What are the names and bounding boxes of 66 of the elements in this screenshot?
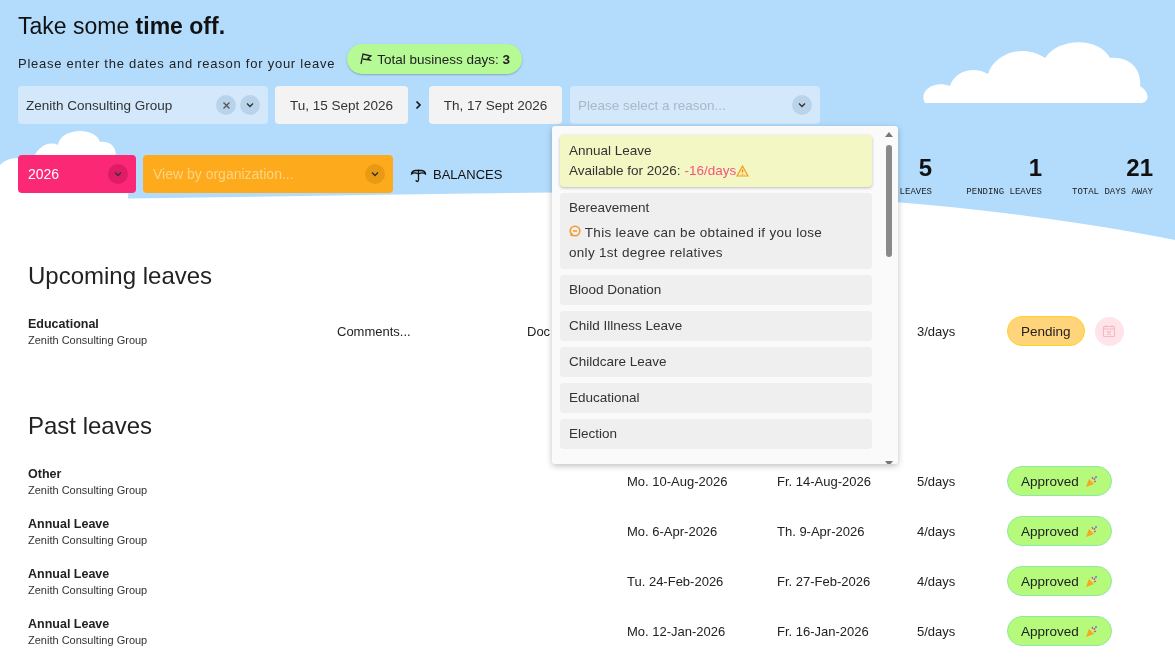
end-date: Th. 9-Apr-2026 xyxy=(777,523,865,539)
stat-label: LEAVES xyxy=(899,187,932,197)
days-count: 5/days xyxy=(917,473,956,489)
end-date: Fr. 27-Feb-2026 xyxy=(777,573,871,589)
stat-value: 21 xyxy=(1126,155,1153,181)
calendar-x-icon xyxy=(1102,324,1117,338)
clear-icon[interactable] xyxy=(216,95,236,115)
reason-option[interactable]: Annual Leave Available for 2026: -16/days xyxy=(560,135,872,187)
comments-text: Comments... xyxy=(337,323,411,339)
start-date: Mo. 10-Aug-2026 xyxy=(627,473,728,489)
start-date: Mo. 12-Jan-2026 xyxy=(627,623,726,639)
chevron-down-icon[interactable] xyxy=(240,95,260,115)
reason-option[interactable]: Election xyxy=(560,419,872,449)
leave-type: Annual Leave xyxy=(28,516,111,531)
reason-option[interactable]: Child Illness Leave xyxy=(560,311,872,341)
stat-value: 1 xyxy=(1028,155,1042,181)
status-badge: Approved xyxy=(1007,616,1112,646)
business-days-badge: Total business days: 3 xyxy=(347,44,522,74)
stat-value: 5 xyxy=(918,155,932,181)
days-count: 5/days xyxy=(917,623,956,639)
party-popper-icon xyxy=(1084,574,1098,588)
organization-select[interactable]: Zenith Consulting Group xyxy=(18,86,268,124)
page-title: Take some time off. xyxy=(18,12,226,40)
balances-button[interactable]: BALANCES xyxy=(408,161,505,187)
days-count: 3/days xyxy=(917,323,956,339)
start-date: Mo. 6-Apr-2026 xyxy=(627,523,718,539)
status-badge: Approved xyxy=(1007,516,1112,546)
organization-name: Zenith Consulting Group xyxy=(28,633,149,646)
chevron-right-icon xyxy=(415,100,422,110)
leave-type: Other xyxy=(28,466,63,481)
organization-name: Zenith Consulting Group xyxy=(28,583,149,596)
reason-option[interactable]: Childcare Leave xyxy=(560,347,872,377)
flag-icon xyxy=(359,53,373,65)
chat-bubble-icon xyxy=(569,225,581,237)
status-badge: Approved xyxy=(1007,466,1112,496)
party-popper-icon xyxy=(1084,474,1098,488)
organization-name: Zenith Consulting Group xyxy=(28,483,149,496)
reason-option[interactable]: Educational xyxy=(560,383,872,413)
status-badge: Approved xyxy=(1007,566,1112,596)
chevron-down-icon[interactable] xyxy=(365,164,385,184)
end-date: Fr. 14-Aug-2026 xyxy=(777,473,871,489)
leave-type: Educational xyxy=(28,316,100,331)
start-date-field[interactable]: Tu, 15 Sept 2026 xyxy=(275,86,408,124)
organization-name: Zenith Consulting Group xyxy=(28,533,149,546)
organization-name: Zenith Consulting Group xyxy=(28,333,149,346)
end-date-field[interactable]: Th, 17 Sept 2026 xyxy=(429,86,562,124)
stat-label: TOTAL DAYS AWAY xyxy=(1072,187,1153,197)
year-select[interactable]: 2026 xyxy=(18,155,136,193)
days-count: 4/days xyxy=(917,573,956,589)
reason-option[interactable]: Blood Donation xyxy=(560,275,872,305)
section-title: Upcoming leaves xyxy=(28,262,213,291)
end-date: Fr. 16-Jan-2026 xyxy=(777,623,869,639)
section-title: Past leaves xyxy=(28,412,153,441)
status-badge: Pending xyxy=(1007,316,1085,346)
party-popper-icon xyxy=(1084,524,1098,538)
leave-type: Annual Leave xyxy=(28,616,111,631)
chevron-down-icon[interactable] xyxy=(108,164,128,184)
start-date: Tu. 24-Feb-2026 xyxy=(627,573,724,589)
document-text: Doc xyxy=(527,323,551,339)
chevron-down-icon[interactable] xyxy=(792,95,812,115)
subtitle: Please enter the dates and reason for your leave xyxy=(18,55,336,71)
days-count: 4/days xyxy=(917,523,956,539)
leave-type: Annual Leave xyxy=(28,566,111,581)
reason-option[interactable]: Bereavement This leave can be obtained if you lose only 1st degree relatives xyxy=(560,193,872,269)
stat-label: PENDING LEAVES xyxy=(966,187,1042,197)
party-popper-icon xyxy=(1084,624,1098,638)
